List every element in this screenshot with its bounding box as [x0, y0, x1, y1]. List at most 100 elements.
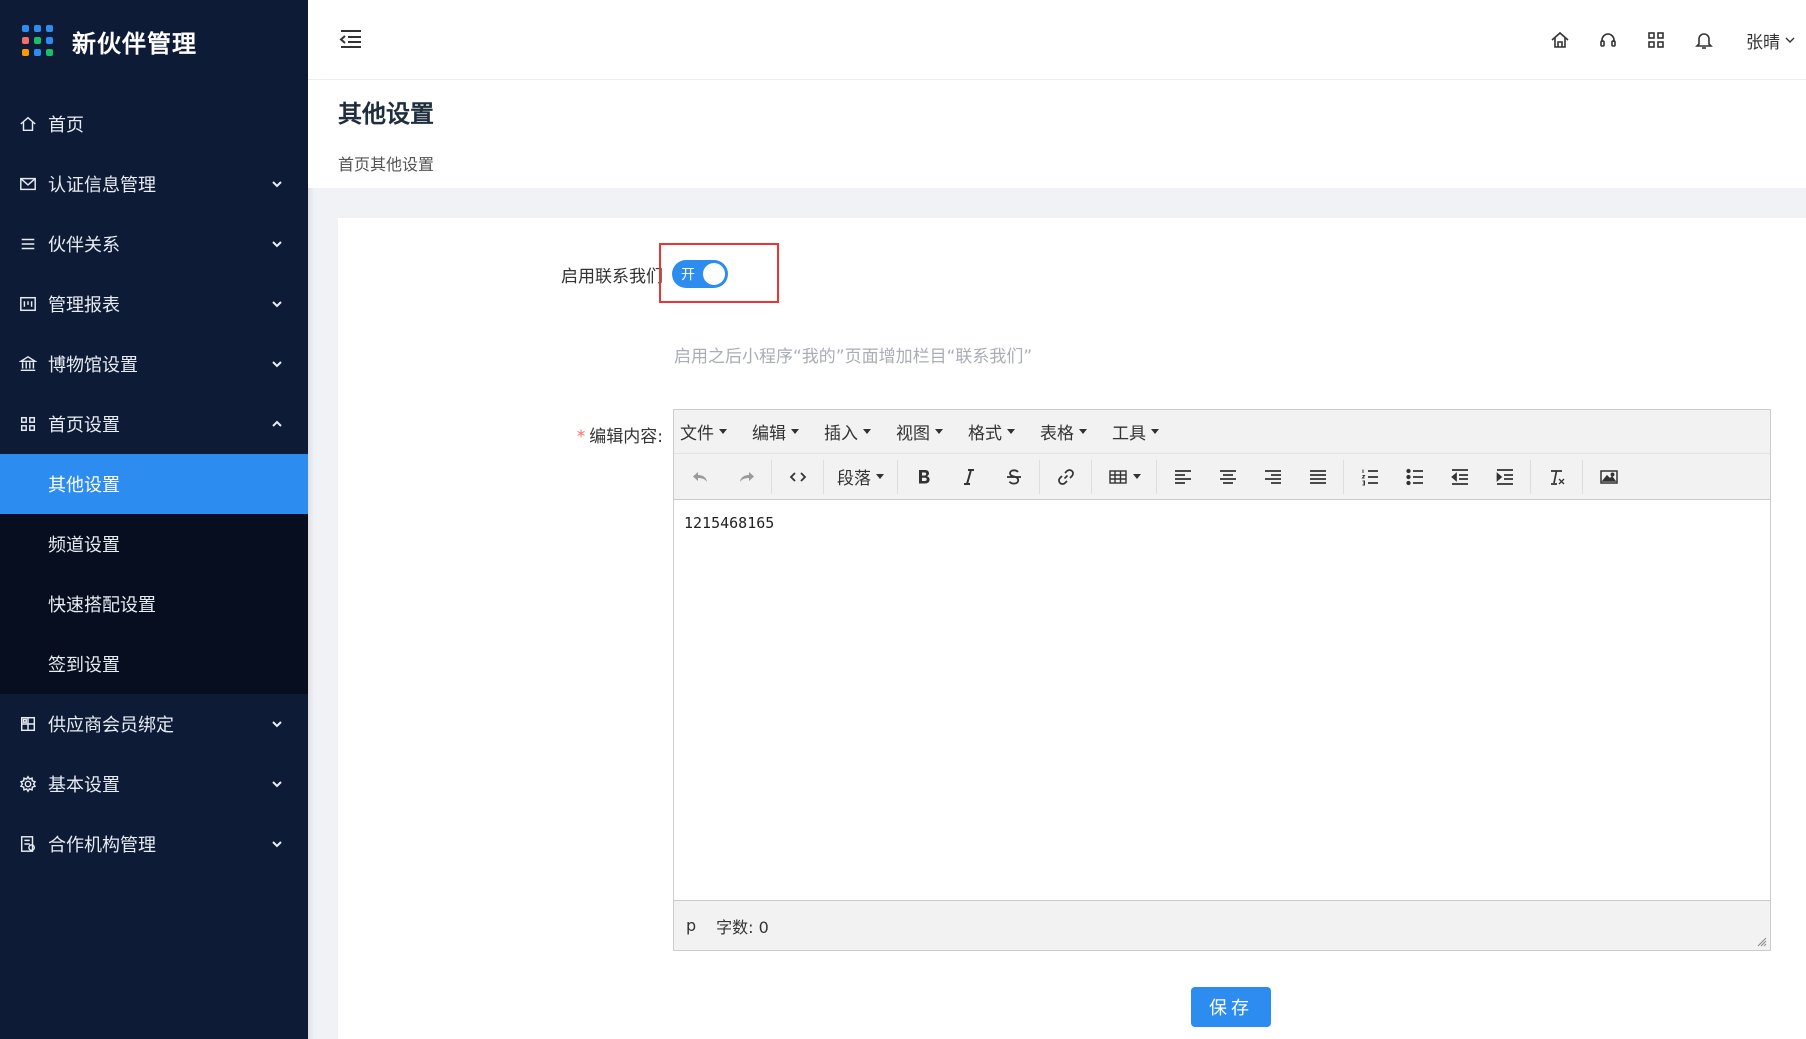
org-icon: [18, 834, 38, 854]
editor-menu-view[interactable]: 视图: [896, 419, 943, 444]
sidebar-item-reports[interactable]: 管理报表: [0, 274, 308, 334]
caret-down-icon: [1007, 429, 1015, 434]
align-justify-icon[interactable]: [1295, 454, 1340, 500]
headset-icon[interactable]: [1597, 29, 1619, 51]
logo-dot: [34, 25, 41, 32]
sidebar-item-label: 认证信息管理: [48, 175, 156, 196]
sidebar-item-certification[interactable]: 认证信息管理: [0, 154, 308, 214]
align-left-icon[interactable]: [1160, 454, 1205, 500]
sidebar: 新伙伴管理 首页 认证信息管理 伙伴关系 管理报表 博物馆设置 首页设置 其他设…: [0, 0, 308, 1039]
sidebar-subitem-quick-match-settings[interactable]: 快速搭配设置: [0, 574, 308, 634]
caret-down-icon: [1151, 429, 1159, 434]
toolbar-separator: [1156, 459, 1157, 494]
sidebar-subitem-other-settings[interactable]: 其他设置: [0, 454, 308, 514]
link-icon[interactable]: [1043, 454, 1088, 500]
image-icon[interactable]: [1586, 454, 1631, 500]
align-right-icon[interactable]: [1250, 454, 1295, 500]
sidebar-item-partner-org[interactable]: 合作机构管理: [0, 814, 308, 874]
logo-dot: [34, 37, 41, 44]
align-center-icon[interactable]: [1205, 454, 1250, 500]
strikethrough-icon[interactable]: [991, 454, 1036, 500]
toolbar-separator: [1530, 459, 1531, 494]
apps-icon[interactable]: [1645, 29, 1667, 51]
chevron-down-icon: [272, 301, 282, 308]
element-path[interactable]: p: [686, 916, 696, 935]
indent-icon[interactable]: [1482, 454, 1527, 500]
switch-text: 开: [681, 267, 695, 283]
toolbar-separator: [1343, 459, 1344, 494]
undo-icon[interactable]: [678, 454, 723, 500]
menu-label: 工具: [1112, 424, 1146, 444]
toolbar-separator: [1091, 459, 1092, 494]
user-menu[interactable]: 张晴: [1746, 28, 1796, 53]
paragraph-dropdown[interactable]: 段落: [827, 454, 894, 500]
toolbar-separator: [771, 459, 772, 494]
required-mark: *: [576, 427, 586, 447]
sidebar-item-supplier-binding[interactable]: 供应商会员绑定: [0, 694, 308, 754]
editor-menu-table[interactable]: 表格: [1040, 419, 1087, 444]
caret-down-icon: [1079, 429, 1087, 434]
header-actions: 张晴: [1536, 0, 1796, 80]
contact-us-switch[interactable]: 开: [672, 260, 728, 288]
sidebar-item-label: 伙伴关系: [48, 235, 120, 256]
italic-icon[interactable]: [946, 454, 991, 500]
caret-down-icon: [876, 474, 884, 479]
outdent-icon[interactable]: [1437, 454, 1482, 500]
editor-menu-tools[interactable]: 工具: [1112, 419, 1159, 444]
chevron-down-icon: [272, 181, 282, 188]
redo-icon[interactable]: [723, 454, 768, 500]
rich-text-editor: 文件 编辑 插入 视图 格式 表格 工具 段落 1215468165 p 字数:…: [673, 409, 1771, 951]
sidebar-item-label: 首页: [48, 115, 84, 136]
home-icon: [18, 114, 38, 134]
editor-menu-edit[interactable]: 编辑: [752, 419, 799, 444]
switch-knob: [703, 263, 725, 285]
editor-menu-file[interactable]: 文件: [680, 419, 727, 444]
menu-label: 表格: [1040, 424, 1074, 444]
sidebar-item-partner[interactable]: 伙伴关系: [0, 214, 308, 274]
museum-icon: [18, 354, 38, 374]
menu-label: 视图: [896, 424, 930, 444]
clear-format-icon[interactable]: [1534, 454, 1579, 500]
menu-label: 编辑: [752, 424, 786, 444]
logo-dot: [34, 49, 41, 56]
bold-icon[interactable]: [901, 454, 946, 500]
word-count: 字数: 0: [716, 917, 769, 937]
menu-label: 插入: [824, 424, 858, 444]
contact-us-hint: 启用之后小程序“我的”页面增加栏目“联系我们”: [674, 347, 1033, 367]
chevron-down-icon: [272, 841, 282, 848]
editor-content-area[interactable]: 1215468165: [674, 500, 1770, 900]
editor-menu-insert[interactable]: 插入: [824, 419, 871, 444]
sidebar-item-basic-settings[interactable]: 基本设置: [0, 754, 308, 814]
chevron-down-icon: [272, 241, 282, 248]
home-icon[interactable]: [1549, 29, 1571, 51]
content-label: * 编辑内容:: [577, 422, 663, 447]
list-icon: [18, 234, 38, 254]
source-code-icon[interactable]: [775, 454, 820, 500]
editor-statusbar: p 字数: 0: [674, 900, 1770, 950]
sidebar-item-home[interactable]: 首页: [0, 94, 308, 154]
resize-handle-icon[interactable]: [1755, 935, 1767, 947]
content-label-text: 编辑内容:: [589, 427, 663, 447]
table-icon[interactable]: [1095, 454, 1153, 500]
numbered-list-icon[interactable]: [1347, 454, 1392, 500]
logo-dot: [22, 37, 29, 44]
mail-icon: [18, 174, 38, 194]
save-button[interactable]: 保存: [1191, 987, 1271, 1027]
settings-card: 启用联系我们 开 启用之后小程序“我的”页面增加栏目“联系我们” * 编辑内容: …: [338, 218, 1806, 1039]
logo-grid-icon: [22, 25, 54, 57]
sidebar-item-museum[interactable]: 博物馆设置: [0, 334, 308, 394]
sidebar-item-homepage-settings[interactable]: 首页设置: [0, 394, 308, 454]
logo-dot: [46, 37, 53, 44]
bullet-list-icon[interactable]: [1392, 454, 1437, 500]
sidebar-subitem-channel-settings[interactable]: 频道设置: [0, 514, 308, 574]
sidebar-menu: 首页 认证信息管理 伙伴关系 管理报表 博物馆设置 首页设置 其他设置 频道设置…: [0, 94, 308, 874]
menu-collapse-icon[interactable]: [338, 26, 364, 52]
gear-icon: [18, 774, 38, 794]
editor-menu-format[interactable]: 格式: [968, 419, 1015, 444]
sidebar-subitem-checkin-settings[interactable]: 签到设置: [0, 634, 308, 694]
bell-icon[interactable]: [1693, 29, 1715, 51]
caret-down-icon: [1132, 474, 1141, 479]
logo-dot: [46, 49, 53, 56]
chevron-up-icon: [272, 420, 282, 427]
sidebar-item-label: 首页设置: [48, 415, 120, 436]
